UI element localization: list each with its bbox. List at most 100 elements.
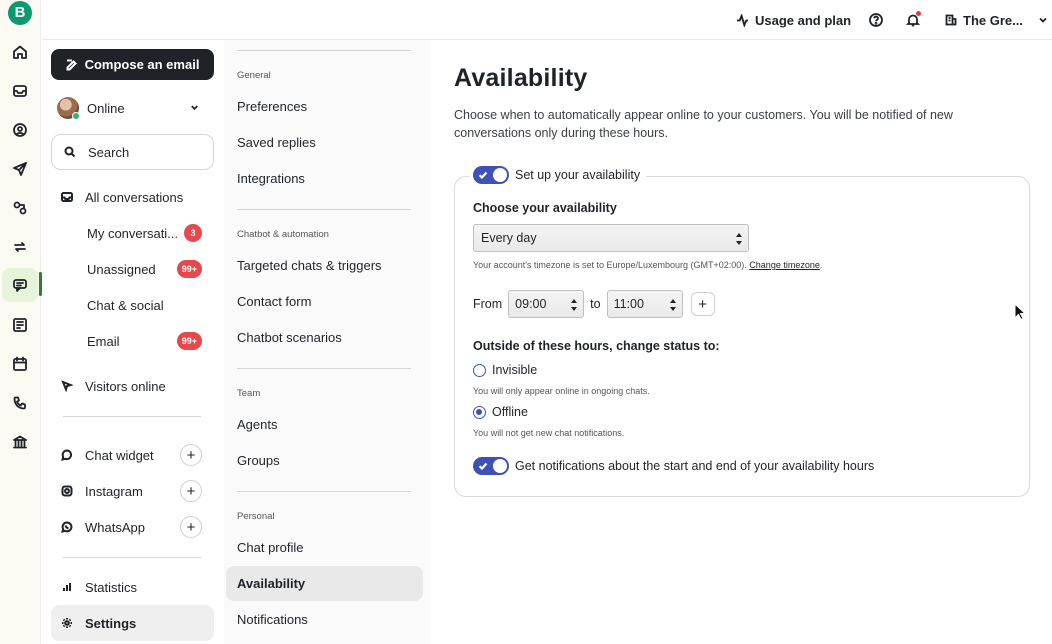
search-label: Search xyxy=(88,144,130,160)
contacts-icon[interactable] xyxy=(8,118,32,142)
settings-section-team: Team xyxy=(237,388,261,399)
invisible-hint: You will only appear online in ongoing c… xyxy=(473,386,650,396)
conversations-icon[interactable] xyxy=(2,268,38,302)
brevo-logo[interactable]: B xyxy=(8,1,32,25)
availability-notifications-row: Get notifications about the start and en… xyxy=(473,457,874,475)
sidebar-item-label: WhatsApp xyxy=(85,519,145,535)
sidebar-item-email[interactable]: Email 99+ xyxy=(51,324,214,358)
sidebar-item-label: Chat widget xyxy=(85,447,154,463)
sidebar-item-label: My conversati... xyxy=(87,225,179,241)
settings-item-targeted-chats[interactable]: Targeted chats & triggers xyxy=(237,258,382,273)
sidebar-divider xyxy=(63,416,201,417)
settings-section-general: General xyxy=(237,70,271,81)
settings-section-chatbot: Chatbot & automation xyxy=(237,229,329,240)
settings-item-agents[interactable]: Agents xyxy=(237,417,277,432)
settings-nav: General Preferences Saved replies Integr… xyxy=(224,40,430,644)
settings-item-contact-form[interactable]: Contact form xyxy=(237,294,311,309)
settings-item-preferences[interactable]: Preferences xyxy=(237,99,307,114)
settings-item-notifications[interactable]: Notifications xyxy=(237,612,308,627)
chevron-down-icon xyxy=(189,101,203,115)
sidebar-item-instagram[interactable]: Instagram + xyxy=(51,474,214,508)
setup-availability-row: Set up your availability xyxy=(469,166,647,184)
forms-icon[interactable] xyxy=(8,313,32,337)
sidebar-item-label: Settings xyxy=(85,615,137,631)
time-range-row: From 09:00 to 11:00 + xyxy=(473,290,715,318)
add-instagram-button[interactable]: + xyxy=(180,480,202,502)
count-badge: 3 xyxy=(184,224,202,242)
sidebar-item-label: Instagram xyxy=(85,483,143,499)
inbox-icon[interactable] xyxy=(8,79,32,103)
cursor-icon xyxy=(61,380,85,392)
toggle-knob xyxy=(493,459,507,473)
building-icon xyxy=(945,14,957,26)
settings-divider xyxy=(237,50,411,51)
home-icon[interactable] xyxy=(8,40,32,64)
settings-item-availability[interactable]: Availability xyxy=(226,566,423,601)
sidebar-item-label: Visitors online xyxy=(85,378,166,394)
send-icon[interactable] xyxy=(8,157,32,181)
sidebar-item-statistics[interactable]: Statistics xyxy=(51,570,214,604)
sidebar-item-chat-widget[interactable]: Chat widget + xyxy=(51,438,214,472)
change-timezone-link[interactable]: Change timezone xyxy=(749,260,820,270)
search-button[interactable]: Search xyxy=(51,134,214,170)
invisible-option[interactable]: Invisible xyxy=(473,363,537,377)
top-bar: Usage and plan The Gre... xyxy=(42,0,1052,40)
to-time-select[interactable]: 11:00 xyxy=(606,290,683,318)
bar-chart-icon xyxy=(61,581,85,593)
add-time-range-button[interactable]: + xyxy=(690,292,715,316)
availability-notifications-toggle[interactable] xyxy=(473,457,509,475)
phone-icon[interactable] xyxy=(8,391,32,415)
avatar xyxy=(57,97,80,120)
offline-radio[interactable] xyxy=(473,405,486,419)
gear-icon xyxy=(61,617,85,629)
toggle-knob xyxy=(493,168,507,182)
search-icon xyxy=(64,146,76,158)
select-arrows-icon xyxy=(735,232,743,246)
offline-option[interactable]: Offline xyxy=(473,405,528,419)
sidebar-item-whatsapp[interactable]: WhatsApp + xyxy=(51,510,214,544)
usage-and-plan-link[interactable]: Usage and plan xyxy=(736,10,851,30)
status-selector[interactable]: Online xyxy=(57,96,203,120)
compose-label: Compose an email xyxy=(84,57,200,72)
invisible-radio[interactable] xyxy=(473,363,486,377)
offline-hint: You will not get new chat notifications. xyxy=(473,428,625,438)
sidebar-item-chat-social[interactable]: Chat & social xyxy=(51,288,214,322)
organization-menu[interactable]: The Gre... xyxy=(945,10,1049,30)
sidebar-item-my-conversations[interactable]: My conversati... 3 xyxy=(51,216,214,250)
main-content: Availability Choose when to automaticall… xyxy=(430,40,1052,644)
add-chat-widget-button[interactable]: + xyxy=(180,444,202,466)
calendar-icon[interactable] xyxy=(8,352,32,376)
activity-icon xyxy=(736,13,749,27)
sync-icon[interactable] xyxy=(8,235,32,259)
sidebar-item-label: All conversations xyxy=(85,189,184,205)
notifications-bell-icon[interactable] xyxy=(903,10,923,30)
sidebar-item-all-conversations[interactable]: All conversations xyxy=(51,180,214,214)
status-label: Online xyxy=(87,100,125,116)
help-icon[interactable] xyxy=(866,10,886,30)
availability-card: Set up your availability Choose your ava… xyxy=(454,166,1030,497)
check-icon xyxy=(478,460,488,471)
select-arrows-icon xyxy=(570,298,578,312)
sidebar-item-unassigned[interactable]: Unassigned 99+ xyxy=(51,252,214,286)
chat-bubble-icon xyxy=(61,449,85,461)
bank-icon[interactable] xyxy=(8,430,32,454)
settings-item-integrations[interactable]: Integrations xyxy=(237,171,305,186)
settings-item-chat-profile[interactable]: Chat profile xyxy=(237,540,303,555)
settings-item-groups[interactable]: Groups xyxy=(237,453,280,468)
from-time-select[interactable]: 09:00 xyxy=(508,290,585,318)
compose-email-button[interactable]: Compose an email xyxy=(51,49,214,80)
sidebar-item-settings[interactable]: Settings xyxy=(51,605,214,641)
sidebar-item-label: Email xyxy=(87,333,120,349)
check-icon xyxy=(478,169,488,180)
add-whatsapp-button[interactable]: + xyxy=(180,516,202,538)
settings-item-chatbot-scenarios[interactable]: Chatbot scenarios xyxy=(237,330,342,345)
edit-icon xyxy=(66,59,77,70)
sidebar-item-visitors-online[interactable]: Visitors online xyxy=(51,369,214,403)
automation-icon[interactable] xyxy=(8,196,32,220)
settings-item-saved-replies[interactable]: Saved replies xyxy=(237,135,316,150)
timezone-note: Your account's timezone is set to Europe… xyxy=(473,260,822,270)
from-time-value: 09:00 xyxy=(515,297,547,311)
organization-name: The Gre... xyxy=(963,12,1023,28)
availability-select[interactable]: Every day xyxy=(473,224,749,252)
setup-availability-toggle[interactable] xyxy=(473,166,509,184)
